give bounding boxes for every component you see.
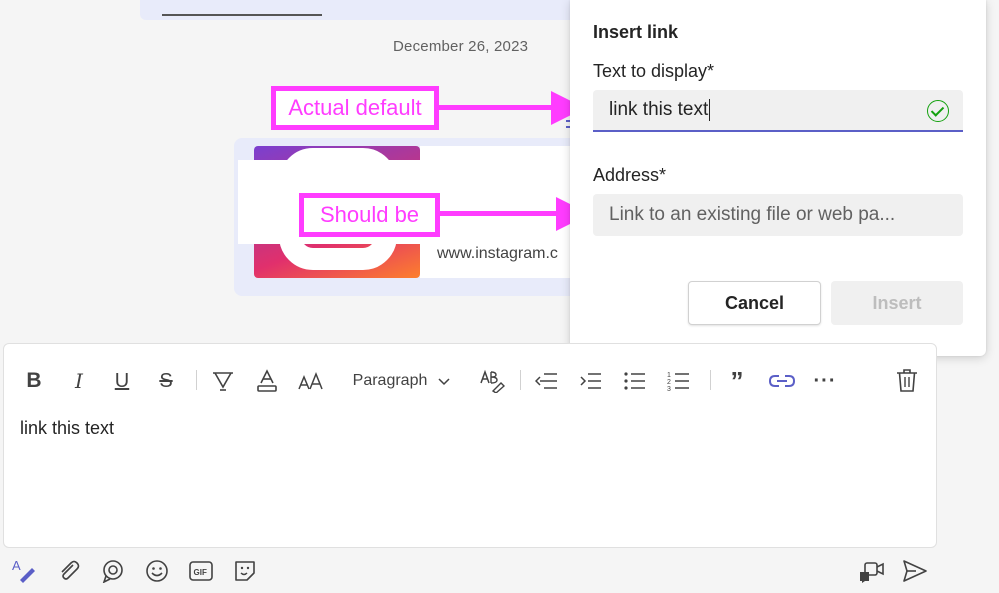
- insert-link-dialog: Insert link Text to display* link this t…: [570, 0, 986, 356]
- paragraph-label: Paragraph: [352, 372, 428, 389]
- card-url: www.instagram.c: [437, 245, 558, 262]
- chevron-down-icon: [438, 378, 450, 386]
- font-size-icon[interactable]: [297, 368, 325, 394]
- message-editor[interactable]: link this text: [20, 418, 114, 439]
- italic-icon[interactable]: I: [67, 368, 91, 394]
- attach-icon[interactable]: [56, 558, 82, 584]
- send-icon[interactable]: [902, 558, 928, 584]
- underline-icon[interactable]: U: [110, 368, 134, 394]
- increase-indent-icon[interactable]: [578, 368, 604, 394]
- emoji-icon[interactable]: [144, 558, 170, 584]
- compose-box: B I U S Paragraph 123 ” ··· link this te…: [3, 343, 937, 548]
- delete-icon[interactable]: [894, 368, 920, 394]
- svg-text:GIF: GIF: [194, 568, 207, 577]
- text-cursor: [709, 99, 711, 121]
- address-field[interactable]: [593, 194, 963, 236]
- annotation-should-be: Should be: [299, 193, 440, 237]
- format-painter-icon[interactable]: [478, 368, 506, 394]
- toolbar-divider: [520, 370, 521, 390]
- date-separator: December 26, 2023: [393, 38, 529, 55]
- more-options-icon[interactable]: ···: [812, 368, 838, 394]
- annotation-actual-default: Actual default: [271, 86, 439, 130]
- link-icon[interactable]: [768, 368, 796, 394]
- svg-text:3: 3: [667, 386, 671, 392]
- previous-message: [140, 0, 580, 20]
- annotation-arrow-bottom: [440, 211, 558, 216]
- cancel-button[interactable]: Cancel: [688, 281, 821, 325]
- bulleted-list-icon[interactable]: [622, 368, 648, 394]
- loop-icon[interactable]: [100, 558, 126, 584]
- paragraph-dropdown[interactable]: Paragraph: [348, 368, 456, 394]
- dialog-title: Insert link: [593, 22, 679, 42]
- toolbar-divider: [196, 370, 197, 390]
- format-icon[interactable]: A: [12, 558, 38, 584]
- strikethrough-icon[interactable]: S: [154, 368, 178, 394]
- numbered-list-icon[interactable]: 123: [666, 368, 692, 394]
- svg-text:1: 1: [667, 372, 671, 379]
- address-label: Address*: [593, 165, 667, 185]
- font-color-icon[interactable]: [254, 368, 280, 394]
- display-text-value[interactable]: link this text: [609, 99, 708, 121]
- highlight-icon[interactable]: [210, 368, 236, 394]
- quote-icon[interactable]: ”: [724, 366, 750, 396]
- svg-text:2: 2: [667, 379, 671, 386]
- toolbar-divider: [710, 370, 711, 390]
- display-text-label: Text to display*: [593, 61, 715, 81]
- svg-text:A: A: [12, 558, 21, 573]
- display-text-field[interactable]: link this text: [593, 90, 963, 132]
- meet-now-icon[interactable]: [859, 558, 885, 584]
- gif-icon[interactable]: GIF: [188, 558, 214, 584]
- check-circle-icon: [927, 100, 949, 122]
- bottom-action-bar: A GIF: [0, 552, 999, 593]
- annotation-arrow-top: [439, 105, 555, 110]
- bold-icon[interactable]: B: [22, 368, 46, 394]
- insert-button[interactable]: Insert: [831, 281, 963, 325]
- sticker-icon[interactable]: [232, 558, 258, 584]
- decrease-indent-icon[interactable]: [534, 368, 560, 394]
- address-input[interactable]: [609, 204, 909, 226]
